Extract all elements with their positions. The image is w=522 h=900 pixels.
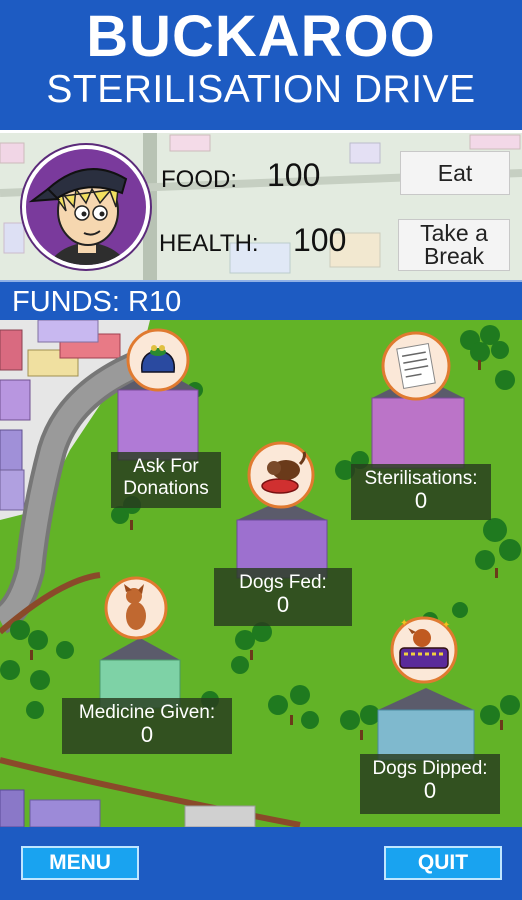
game-subtitle: STERILISATION DRIVE bbox=[46, 68, 476, 111]
medicine-given-label: Medicine Given: bbox=[78, 702, 216, 723]
game-header: BUCKAROO STERILISATION DRIVE bbox=[0, 0, 522, 133]
game-field: ✦ ✦ Ask For Donations Sterilisations: 0 … bbox=[0, 320, 522, 827]
health-label: HEALTH: bbox=[159, 230, 259, 257]
player-avatar bbox=[22, 145, 150, 269]
sterilisations-label: Sterilisations: bbox=[364, 468, 478, 489]
eat-button[interactable]: Eat bbox=[400, 151, 510, 195]
footer-bar: MENU QUIT bbox=[0, 827, 522, 900]
dog-food-bowl-icon[interactable] bbox=[246, 440, 316, 510]
medicine-given-count: 0 bbox=[140, 722, 154, 747]
take-a-break-label-line2: Break bbox=[423, 243, 485, 269]
dogs-dipped-count: 0 bbox=[423, 778, 437, 803]
character-portrait-icon bbox=[28, 168, 128, 265]
food-label: FOOD: bbox=[161, 166, 237, 193]
donations-label-line1: Ask For bbox=[133, 456, 199, 477]
dog-dipping-tub-icon[interactable]: ✦ ✦ bbox=[386, 610, 462, 686]
stats-panel: FOOD: 100 HEALTH: 100 Eat Take a Break bbox=[0, 133, 522, 280]
menu-button[interactable]: MENU bbox=[21, 846, 139, 880]
dogs-fed-panel[interactable]: Dogs Fed: 0 bbox=[214, 568, 352, 626]
medicine-given-panel[interactable]: Medicine Given: 0 bbox=[62, 698, 232, 754]
quit-button[interactable]: QUIT bbox=[384, 846, 502, 880]
medicine-dog-icon[interactable] bbox=[104, 576, 168, 640]
dogs-fed-label: Dogs Fed: bbox=[239, 572, 327, 593]
dogs-dipped-label: Dogs Dipped: bbox=[372, 758, 488, 779]
sterilisations-panel[interactable]: Sterilisations: 0 bbox=[351, 464, 491, 520]
sterilisations-count: 0 bbox=[414, 488, 428, 513]
svg-text:✦: ✦ bbox=[400, 618, 408, 629]
game-title: BUCKAROO bbox=[86, 4, 436, 69]
ask-for-donations-button[interactable]: Ask For Donations bbox=[111, 452, 221, 508]
dogs-fed-count: 0 bbox=[276, 592, 290, 617]
funds-display: FUNDS: R10 bbox=[0, 280, 522, 320]
eat-button-label: Eat bbox=[437, 159, 473, 186]
health-value: 100 bbox=[293, 222, 347, 258]
sterilisations-paper-icon[interactable] bbox=[380, 330, 452, 402]
svg-text:✦: ✦ bbox=[442, 620, 450, 631]
dogs-dipped-panel[interactable]: Dogs Dipped: 0 bbox=[360, 754, 500, 814]
donations-label-line2: Donations bbox=[123, 478, 209, 499]
food-value: 100 bbox=[267, 157, 321, 193]
donations-bag-icon[interactable] bbox=[126, 328, 190, 392]
take-a-break-button[interactable]: Take a Break bbox=[398, 219, 510, 271]
take-a-break-label-line1: Take a bbox=[420, 220, 488, 246]
